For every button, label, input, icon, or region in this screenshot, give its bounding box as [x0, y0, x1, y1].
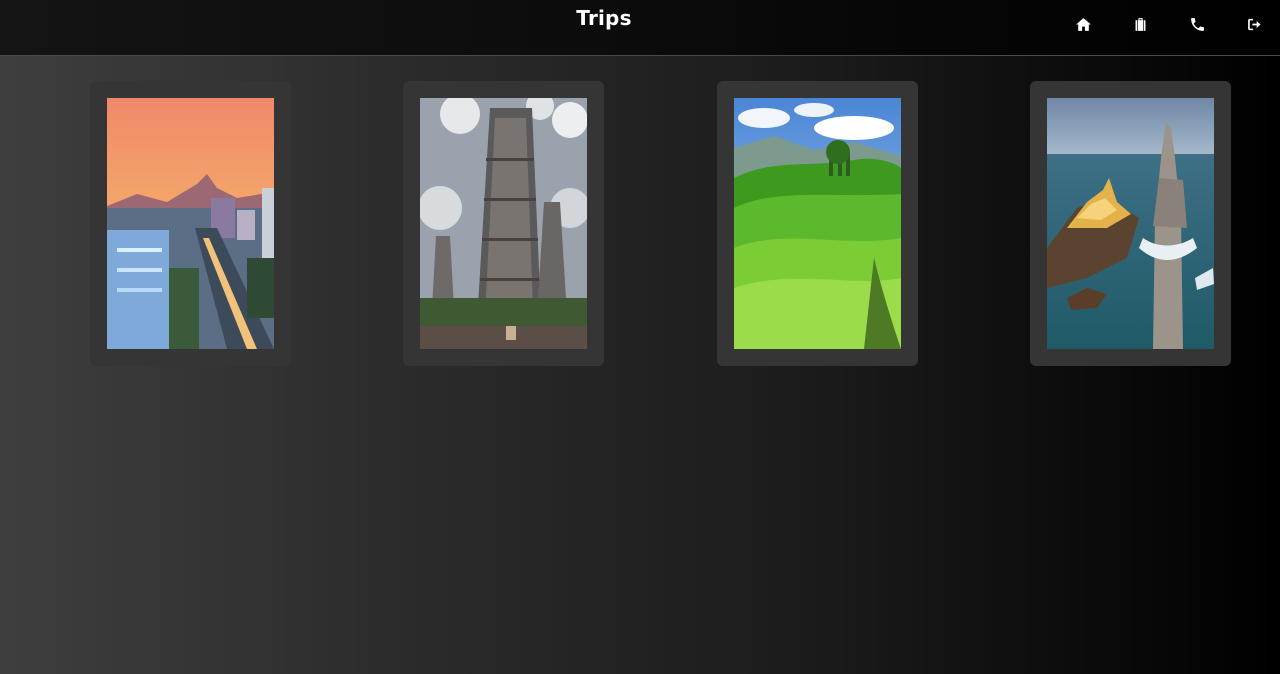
- trip-photo: [1047, 98, 1214, 349]
- home-icon: [1075, 17, 1091, 31]
- trip-photo: [420, 98, 587, 349]
- tea-hills-photo: [734, 98, 901, 349]
- city-sunset-photo: [107, 98, 274, 349]
- suitcase-icon: [1135, 17, 1145, 31]
- logout-button[interactable]: [1244, 14, 1264, 34]
- trip-photo: [734, 98, 901, 349]
- trip-photo: [107, 98, 274, 349]
- trip-card[interactable]: [717, 81, 918, 366]
- home-button[interactable]: [1073, 14, 1093, 34]
- logout-icon: [1247, 18, 1261, 30]
- trip-card[interactable]: [90, 81, 291, 366]
- phone-icon: [1190, 17, 1204, 31]
- trips-button[interactable]: [1130, 14, 1150, 34]
- page-title: Trips: [576, 6, 632, 30]
- temple-tower-photo: [420, 98, 587, 349]
- top-bar: Trips: [0, 0, 1280, 56]
- trip-card[interactable]: [403, 81, 604, 366]
- contact-button[interactable]: [1187, 14, 1207, 34]
- nav-bar: [1073, 14, 1264, 34]
- coastal-statue-photo: [1047, 98, 1214, 349]
- trip-card[interactable]: [1030, 81, 1231, 366]
